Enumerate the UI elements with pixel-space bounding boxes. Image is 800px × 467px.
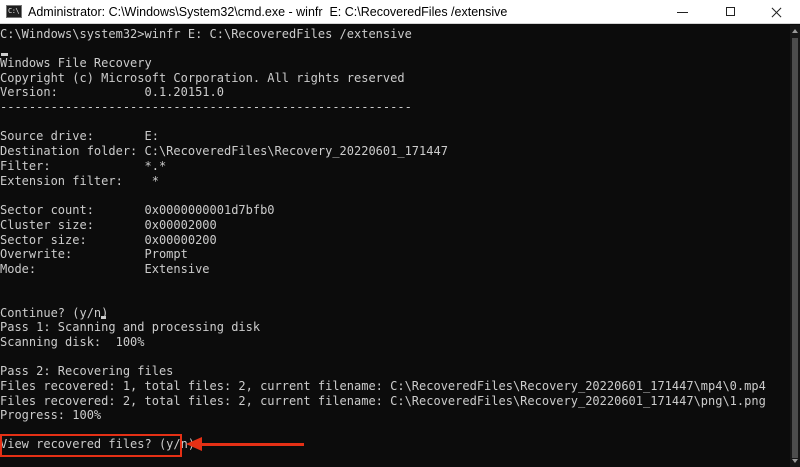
- window-title: Administrator: C:\Windows\System32\cmd.e…: [28, 5, 508, 19]
- scrollbar-thumb[interactable]: [792, 38, 798, 458]
- continue-cursor: [101, 316, 106, 319]
- title-bar[interactable]: C:\ Administrator: C:\Windows\System32\c…: [0, 0, 800, 24]
- continue-prompt-line: Continue? (y/n): [0, 306, 109, 320]
- scroll-up-button[interactable]: [790, 25, 800, 37]
- vertical-scrollbar[interactable]: [790, 25, 800, 467]
- annotation-arrow-head-icon: [186, 437, 202, 451]
- scroll-down-arrow-icon: [792, 459, 798, 463]
- cluster-size-line: Cluster size: 0x00002000: [0, 218, 217, 232]
- app-icon-text: C:\: [8, 7, 20, 15]
- maximize-icon: [726, 7, 735, 16]
- console-output[interactable]: C:\Windows\system32>winfr E: C:\Recovere…: [0, 25, 790, 467]
- scroll-down-button[interactable]: [790, 455, 800, 467]
- destination-folder-line: Destination folder: C:\RecoveredFiles\Re…: [0, 144, 448, 158]
- annotation-arrow-shaft: [200, 443, 304, 446]
- overwrite-line: Overwrite: Prompt: [0, 247, 188, 261]
- filter-line: Filter: *.*: [0, 159, 167, 173]
- scroll-up-arrow-icon: [792, 29, 798, 33]
- progress-line: Progress: 100%: [0, 408, 102, 422]
- mode-line: Mode: Extensive: [0, 262, 210, 276]
- version-line: Version: 0.1.20151.0: [0, 85, 224, 99]
- source-drive-line: Source drive: E:: [0, 129, 159, 143]
- files-recovered-line-1: Files recovered: 1, total files: 2, curr…: [0, 379, 766, 393]
- annotation-highlight-box: [0, 434, 182, 457]
- separator-line: ----------------------------------------…: [0, 100, 412, 114]
- close-button[interactable]: [754, 0, 800, 24]
- maximize-button[interactable]: [708, 0, 754, 24]
- extension-filter-line: Extension filter: *: [0, 174, 159, 188]
- sector-count-line: Sector count: 0x0000000001d7bfb0: [0, 203, 275, 217]
- cmd-app-icon[interactable]: C:\: [6, 5, 22, 18]
- minimize-button[interactable]: [660, 0, 706, 24]
- copyright-line: Copyright (c) Microsoft Corporation. All…: [0, 71, 405, 85]
- scanning-progress-line: Scanning disk: 100%: [0, 335, 145, 349]
- pass1-title-line: Pass 1: Scanning and processing disk: [0, 320, 261, 334]
- files-recovered-line-2: Files recovered: 2, total files: 2, curr…: [0, 394, 766, 408]
- command-prompt-line: C:\Windows\system32>winfr E: C:\Recovere…: [0, 27, 412, 41]
- minimize-icon: [677, 12, 688, 13]
- tool-name-line: Windows File Recovery: [0, 56, 152, 70]
- pass2-title-line: Pass 2: Recovering files: [0, 364, 174, 378]
- sector-size-line: Sector size: 0x00000200: [0, 233, 217, 247]
